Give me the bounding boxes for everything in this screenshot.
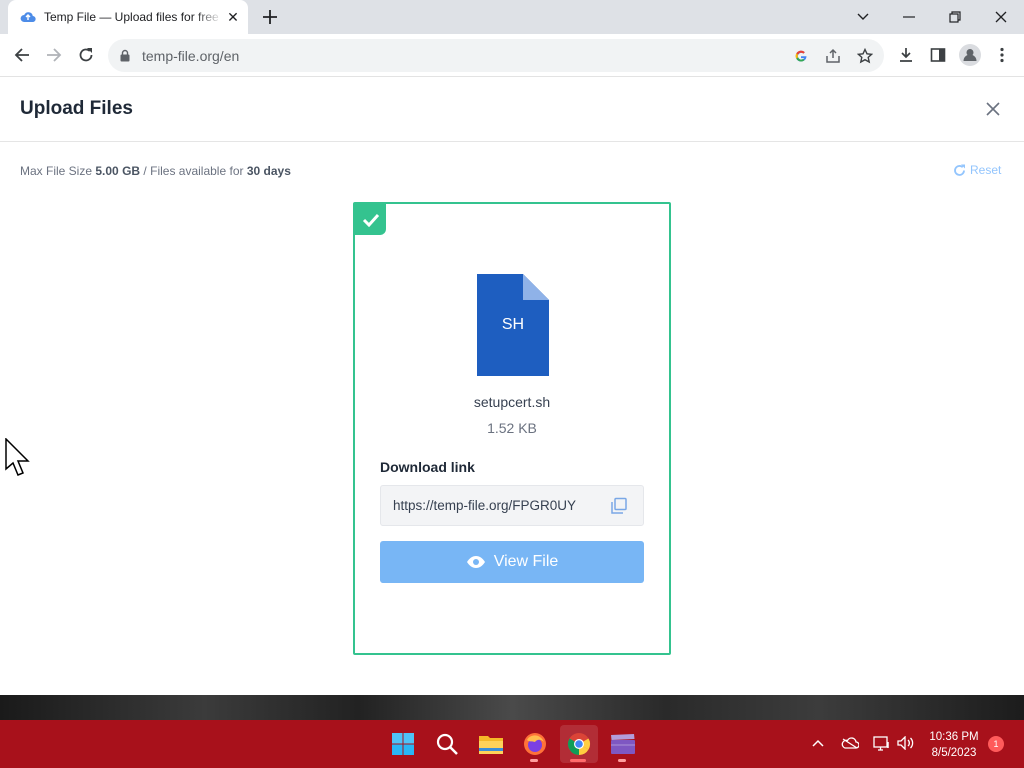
upload-limits: Max File Size 5.00 GB / Files available … bbox=[20, 164, 291, 178]
modal-title: Upload Files bbox=[20, 98, 133, 119]
max-size-label: Max File Size bbox=[20, 164, 93, 178]
file-explorer-icon[interactable] bbox=[472, 725, 510, 763]
modal-close-icon[interactable] bbox=[984, 100, 1002, 118]
menu-kebab-icon[interactable] bbox=[990, 43, 1014, 67]
taskbar: 10:36 PM 8/5/2023 1 bbox=[0, 720, 1024, 768]
check-icon bbox=[355, 204, 386, 235]
availability-label: Files available for bbox=[150, 164, 244, 178]
restore-icon[interactable] bbox=[932, 0, 978, 34]
new-tab-icon[interactable] bbox=[259, 6, 281, 28]
browser-tab[interactable]: Temp File — Upload files for free ✕ bbox=[8, 0, 248, 34]
minimize-icon[interactable] bbox=[886, 0, 932, 34]
tab-close-icon[interactable]: ✕ bbox=[225, 9, 241, 25]
availability-value: 30 days bbox=[246, 164, 291, 178]
address-bar[interactable]: temp-file.org/en bbox=[108, 39, 884, 72]
copy-icon[interactable] bbox=[610, 497, 628, 515]
tray-overflow-icon[interactable] bbox=[808, 733, 828, 753]
download-link-field[interactable]: https://temp-file.org/FPGR0UY bbox=[380, 485, 644, 526]
download-icon[interactable] bbox=[894, 43, 918, 67]
url-text: temp-file.org/en bbox=[142, 48, 240, 64]
download-link-label: Download link bbox=[380, 459, 475, 475]
forward-icon[interactable] bbox=[42, 43, 66, 67]
lock-icon bbox=[120, 49, 130, 62]
view-file-button[interactable]: View File bbox=[380, 541, 644, 583]
start-icon[interactable] bbox=[384, 725, 422, 763]
mouse-cursor-icon bbox=[5, 438, 30, 476]
bookmark-star-icon[interactable] bbox=[857, 48, 873, 64]
file-size: 1.52 KB bbox=[487, 420, 537, 436]
tab-title: Temp File — Upload files for free bbox=[44, 10, 219, 24]
notification-badge[interactable]: 1 bbox=[988, 736, 1004, 752]
search-icon[interactable] bbox=[428, 725, 466, 763]
clock-date: 8/5/2023 bbox=[931, 747, 977, 759]
profile-avatar-icon[interactable] bbox=[958, 43, 982, 67]
reset-button[interactable]: Reset bbox=[953, 163, 1001, 177]
google-icon[interactable] bbox=[794, 49, 808, 63]
max-size-value: 5.00 GB bbox=[95, 164, 141, 178]
browser-toolbar: temp-file.org/en bbox=[0, 34, 1024, 77]
share-icon[interactable] bbox=[825, 48, 841, 64]
clapper-running-indicator bbox=[618, 759, 626, 762]
side-panel-icon[interactable] bbox=[926, 43, 950, 67]
firefox-icon[interactable] bbox=[516, 725, 554, 763]
chrome-active-indicator bbox=[570, 759, 586, 762]
limits-separator: / bbox=[143, 164, 147, 178]
file-name: setupcert.sh bbox=[473, 394, 551, 410]
back-icon[interactable] bbox=[10, 43, 34, 67]
network-icon[interactable] bbox=[872, 733, 892, 753]
chrome-icon[interactable] bbox=[560, 725, 598, 763]
uploaded-file-card: SH setupcert.sh 1.52 KB Download link ht… bbox=[353, 202, 671, 655]
clapper-icon[interactable] bbox=[604, 725, 642, 763]
cloud-favicon-icon bbox=[20, 12, 36, 23]
tab-search-icon[interactable] bbox=[840, 0, 886, 34]
volume-icon[interactable] bbox=[896, 733, 916, 753]
view-file-label: View File bbox=[493, 553, 559, 570]
window-close-icon[interactable] bbox=[978, 0, 1024, 34]
reload-icon[interactable] bbox=[74, 43, 98, 67]
reset-icon bbox=[954, 164, 965, 176]
firefox-running-indicator bbox=[530, 759, 538, 762]
file-extension-label: SH bbox=[501, 316, 525, 333]
system-clock[interactable]: 10:36 PM 8/5/2023 bbox=[922, 729, 986, 761]
reset-label: Reset bbox=[970, 163, 1002, 177]
download-link-text[interactable]: https://temp-file.org/FPGR0UY bbox=[393, 498, 576, 513]
onedrive-icon[interactable] bbox=[840, 733, 860, 753]
eye-icon bbox=[466, 556, 485, 568]
modal-header: Upload Files bbox=[0, 77, 1024, 142]
clock-time: 10:36 PM bbox=[929, 731, 979, 743]
tab-strip: Temp File — Upload files for free ✕ bbox=[0, 0, 1024, 34]
desktop-wallpaper-strip bbox=[0, 695, 1024, 720]
